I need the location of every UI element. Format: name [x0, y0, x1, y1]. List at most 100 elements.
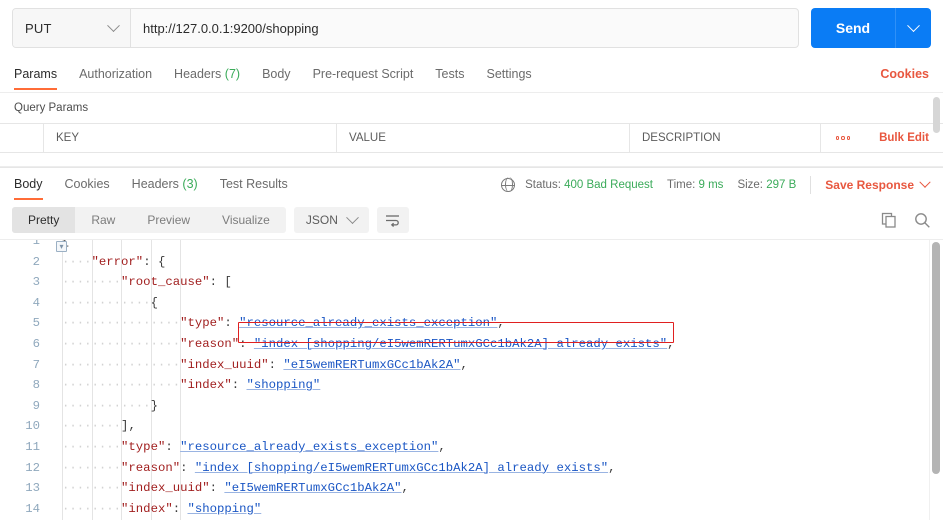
response-actions: [881, 212, 931, 229]
code-line-text: ················"type": "resource_alread…: [52, 313, 505, 334]
query-params-scrollbar[interactable]: [933, 97, 940, 133]
response-format-select[interactable]: JSON: [293, 207, 369, 233]
code-line-text: ········"root_cause": [: [52, 272, 232, 293]
search-button[interactable]: [914, 212, 931, 229]
code-token: "index [shopping/eI5wemRERTumxGCc1bAk2A]…: [194, 460, 609, 475]
code-token: ,: [497, 316, 505, 331]
response-body-scrollbar[interactable]: [932, 242, 940, 474]
tab-pre-request-script[interactable]: Pre-request Script: [313, 59, 414, 90]
tab-headers[interactable]: Headers (7): [174, 59, 240, 90]
code-line-text: ············{: [52, 293, 158, 314]
chevron-down-icon: [107, 18, 120, 32]
tab-tests[interactable]: Tests: [435, 59, 464, 90]
time-value: 9 ms: [698, 178, 724, 191]
more-options-icon[interactable]: [821, 124, 865, 152]
code-line-text: ········],: [52, 416, 136, 437]
status-label: Status:: [525, 178, 561, 191]
code-token: :: [209, 275, 225, 290]
column-header-description: DESCRIPTION: [630, 124, 821, 152]
send-button[interactable]: Send: [811, 8, 895, 48]
code-line-text: ················"reason": "index [shoppi…: [52, 334, 675, 355]
tab-label: Params: [14, 66, 58, 81]
response-tab-headers[interactable]: Headers (3): [132, 169, 198, 200]
query-params-title: Query Params: [14, 102, 89, 114]
line-number: 6: [32, 336, 40, 351]
wrap-lines-button[interactable]: [376, 207, 409, 233]
code-token: :: [231, 378, 247, 393]
code-line: 8 ················"index": "shopping": [0, 375, 943, 396]
line-number: 1: [32, 239, 40, 248]
column-header-value: VALUE: [337, 124, 630, 152]
indent-whitespace: ················: [62, 378, 181, 393]
save-response-button[interactable]: Save Response: [825, 176, 931, 192]
size-label: Size:: [737, 178, 764, 191]
code-token: "eI5wemRERTumxGCc1bAk2A": [224, 481, 402, 496]
json-code-block: 1{2····"error": {3········"root_cause": …: [0, 239, 943, 520]
code-line: 1{: [0, 239, 943, 252]
code-token: "type": [180, 316, 225, 331]
view-mode-visualize[interactable]: Visualize: [206, 207, 286, 233]
status-group: Status: 400 Bad Request: [525, 179, 653, 191]
cookies-link[interactable]: Cookies: [880, 67, 929, 81]
http-method-select[interactable]: PUT: [13, 9, 131, 47]
code-line-text: ················"index": "shopping": [52, 375, 320, 396]
indent-whitespace: ················: [62, 336, 181, 351]
request-url-bar: PUT Send: [0, 0, 943, 56]
code-token: ,: [460, 357, 468, 372]
indent-whitespace: ····: [62, 254, 92, 269]
code-token: :: [209, 481, 225, 496]
tab-authorization[interactable]: Authorization: [79, 59, 152, 90]
code-token: ,: [667, 336, 675, 351]
response-status-bar: Status: 400 Bad Request Time: 9 ms Size:…: [500, 175, 931, 194]
code-line: 6 ················"reason": "index [shopp…: [0, 334, 943, 355]
line-number: 11: [25, 439, 40, 454]
view-mode-pretty[interactable]: Pretty: [12, 207, 76, 233]
response-tab-test-results[interactable]: Test Results: [220, 169, 288, 200]
code-token: "index [shopping/eI5wemRERTumxGCc1bAk2A]…: [253, 336, 668, 351]
send-options-button[interactable]: [895, 8, 931, 48]
query-params-section: Query Params KEY VALUE DESCRIPTION Bulk …: [0, 92, 943, 167]
indent-whitespace: ················: [62, 316, 181, 331]
code-line: 9 ············}: [0, 396, 943, 417]
line-number: 7: [32, 357, 40, 372]
response-body-viewer[interactable]: 1{2····"error": {3········"root_cause": …: [0, 239, 943, 520]
line-number: 5: [32, 316, 40, 331]
code-fold-toggle[interactable]: ▾: [56, 241, 67, 252]
request-tabs: Params Authorization Headers (7) Body Pr…: [0, 56, 943, 92]
code-token: "eI5wemRERTumxGCc1bAk2A": [283, 357, 461, 372]
request-url-input[interactable]: [131, 9, 798, 47]
indent-whitespace: ········: [62, 481, 122, 496]
indent-whitespace: ················: [62, 357, 181, 372]
tab-params[interactable]: Params: [14, 59, 58, 90]
select-all-checkbox-cell[interactable]: [0, 124, 44, 152]
save-response-label: Save Response: [825, 177, 914, 192]
tab-body[interactable]: Body: [262, 59, 291, 90]
chevron-down-icon: [919, 176, 931, 188]
wrap-text-icon: [386, 214, 400, 227]
divider: [810, 175, 812, 194]
headers-count-badge: (7): [224, 66, 241, 81]
code-line: 3 ········"root_cause": [: [0, 272, 943, 293]
code-token: "index": [121, 501, 173, 516]
bulk-edit-button[interactable]: Bulk Edit: [865, 132, 943, 144]
query-params-empty-row[interactable]: [0, 153, 943, 167]
code-line: 10 ········],: [0, 416, 943, 437]
tab-label: Authorization: [79, 66, 153, 81]
line-number: 10: [25, 419, 40, 434]
code-line: 12 ········"reason": "index [shopping/eI5…: [0, 458, 943, 479]
response-tab-body[interactable]: Body: [14, 169, 43, 200]
indent-whitespace: ········: [62, 460, 122, 475]
code-token: "reason": [180, 336, 240, 351]
code-token: "index_uuid": [180, 357, 269, 372]
tab-label: Tests: [435, 66, 465, 81]
view-mode-raw[interactable]: Raw: [75, 207, 131, 233]
code-token: }: [150, 398, 158, 413]
line-number: 9: [32, 398, 40, 413]
code-token: :: [268, 357, 284, 372]
response-tab-cookies[interactable]: Cookies: [65, 169, 110, 200]
copy-button[interactable]: [881, 212, 898, 229]
view-mode-preview[interactable]: Preview: [131, 207, 206, 233]
tab-settings[interactable]: Settings: [486, 59, 531, 90]
code-token: "shopping": [246, 378, 321, 393]
code-token: :: [239, 336, 254, 351]
